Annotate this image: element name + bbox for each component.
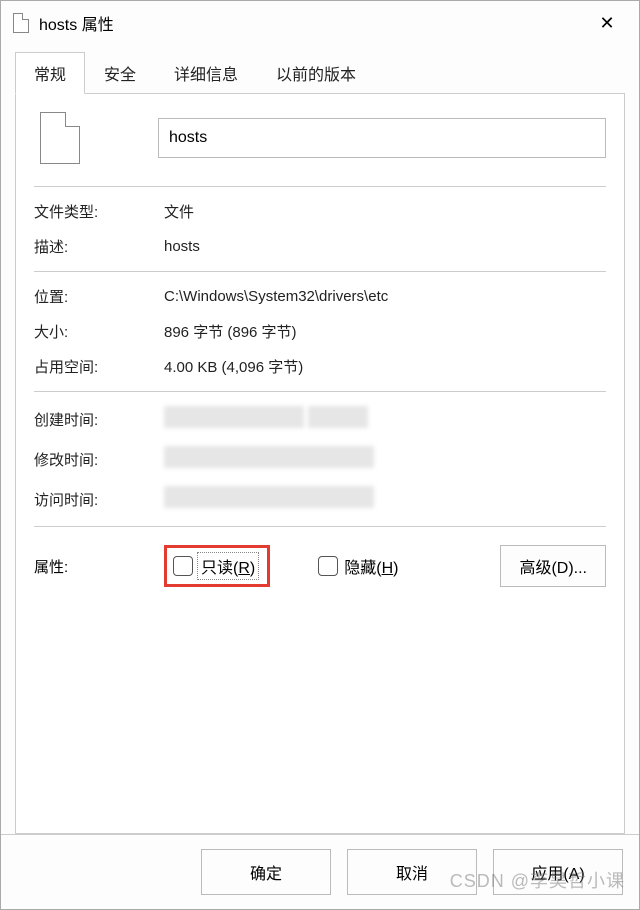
properties-dialog: hosts 属性 ✕ 常规 安全 详细信息 以前的版本 文件类型: 文件 描述:…: [0, 0, 640, 910]
tab-security[interactable]: 安全: [85, 52, 155, 94]
advanced-button[interactable]: 高级(D)...: [500, 545, 606, 587]
label-location: 位置:: [34, 286, 164, 307]
divider: [34, 186, 606, 187]
readonly-highlight: 只读(R): [164, 545, 270, 587]
file-large-icon: [40, 112, 80, 164]
tab-panel-general: 文件类型: 文件 描述: hosts 位置: C:\Windows\System…: [15, 94, 625, 834]
tab-details[interactable]: 详细信息: [155, 52, 257, 94]
readonly-checkbox[interactable]: [173, 556, 193, 576]
cancel-button[interactable]: 取消: [347, 849, 477, 895]
ok-button[interactable]: 确定: [201, 849, 331, 895]
row-accessed: 访问时间:: [34, 486, 606, 512]
label-modified: 修改时间:: [34, 449, 164, 470]
value-created: [164, 406, 606, 432]
label-size-on-disk: 占用空间:: [34, 356, 164, 377]
value-size-on-disk: 4.00 KB (4,096 字节): [164, 356, 606, 377]
file-icon: [13, 13, 29, 33]
row-description: 描述: hosts: [34, 236, 606, 257]
apply-button[interactable]: 应用(A): [493, 849, 623, 895]
label-attributes: 属性:: [34, 556, 164, 577]
label-size: 大小:: [34, 321, 164, 342]
value-accessed: [164, 486, 606, 512]
tab-general[interactable]: 常规: [15, 52, 85, 94]
hidden-checkbox[interactable]: [318, 556, 338, 576]
row-attributes: 属性: 只读(R) 隐藏(H) 高级(D)...: [34, 545, 606, 587]
label-filetype: 文件类型:: [34, 201, 164, 222]
hidden-label[interactable]: 隐藏(H): [344, 554, 398, 578]
row-modified: 修改时间:: [34, 446, 606, 472]
close-button[interactable]: ✕: [587, 8, 627, 38]
tab-previous-versions[interactable]: 以前的版本: [257, 52, 375, 94]
divider: [34, 271, 606, 272]
value-filetype: 文件: [164, 201, 606, 222]
label-accessed: 访问时间:: [34, 489, 164, 510]
row-size: 大小: 896 字节 (896 字节): [34, 321, 606, 342]
value-modified: [164, 446, 606, 472]
readonly-label[interactable]: 只读(R): [199, 554, 257, 578]
row-location: 位置: C:\Windows\System32\drivers\etc: [34, 286, 606, 307]
filename-input[interactable]: [158, 118, 606, 158]
value-description: hosts: [164, 238, 606, 255]
value-location: C:\Windows\System32\drivers\etc: [164, 288, 606, 305]
window-title: hosts 属性: [39, 11, 587, 35]
filename-row: [34, 112, 606, 164]
value-size: 896 字节 (896 字节): [164, 321, 606, 342]
divider: [34, 526, 606, 527]
tab-strip: 常规 安全 详细信息 以前的版本: [15, 51, 625, 94]
titlebar: hosts 属性 ✕: [1, 1, 639, 45]
dialog-footer: 确定 取消 应用(A) CSDN @李昊哲小课: [1, 834, 639, 909]
label-description: 描述:: [34, 236, 164, 257]
row-size-on-disk: 占用空间: 4.00 KB (4,096 字节): [34, 356, 606, 377]
row-filetype: 文件类型: 文件: [34, 201, 606, 222]
label-created: 创建时间:: [34, 409, 164, 430]
hidden-group: 隐藏(H): [318, 554, 398, 578]
content: 常规 安全 详细信息 以前的版本 文件类型: 文件 描述: hosts 位置:: [1, 45, 639, 834]
divider: [34, 391, 606, 392]
row-created: 创建时间:: [34, 406, 606, 432]
